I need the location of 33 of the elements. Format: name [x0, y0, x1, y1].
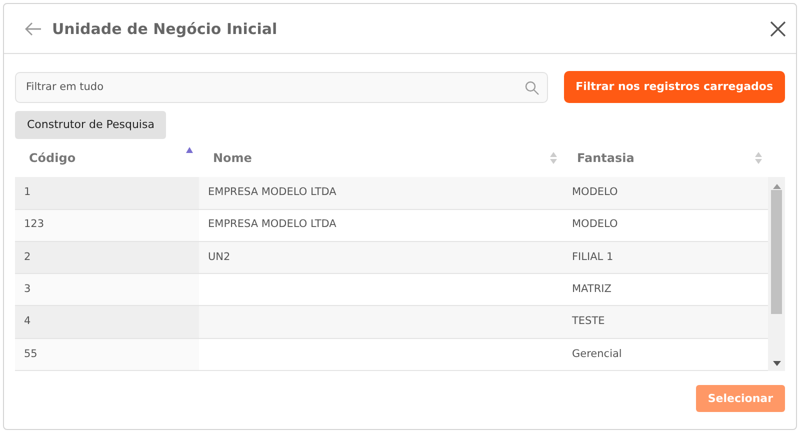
table-row[interactable]: 4 TESTE [15, 306, 768, 339]
table-cell-text: FILIAL 1 [571, 250, 614, 265]
table-cell: 123 [15, 210, 199, 241]
table-row[interactable]: 1 EMPRESA MODELO LTDA MODELO [15, 177, 768, 210]
table-cell-text: EMPRESA MODELO LTDA [207, 217, 338, 232]
dialog-title: Unidade de Negócio Inicial [52, 20, 278, 38]
column-header[interactable]: Fantasia [563, 139, 768, 178]
table-row[interactable]: 55 Gerencial [15, 338, 768, 372]
search-field[interactable]: Filtrar em tudo [15, 72, 548, 102]
close-button[interactable] [770, 20, 786, 36]
table-cell: 2 [15, 242, 199, 274]
table-cell: 55 [15, 338, 199, 370]
table-cell-text: TESTE [571, 314, 606, 330]
table-row[interactable]: 123 EMPRESA MODELO LTDA MODELO [15, 210, 768, 242]
table-cell: 3 [15, 274, 199, 306]
table-cell-text: MATRIZ [571, 282, 612, 297]
search-icon [524, 80, 539, 94]
scrollbar[interactable] [768, 177, 785, 372]
scrollbar-thumb[interactable] [771, 190, 782, 314]
table-row[interactable]: 3 MATRIZ [15, 274, 768, 306]
table-cell-text: Gerencial [571, 346, 623, 362]
scroll-down-icon[interactable] [772, 361, 780, 368]
table-cell: 1 [15, 177, 199, 209]
query-builder-button[interactable]: Construtor de Pesquisa [15, 111, 166, 140]
table-cell-text: MODELO [571, 185, 619, 200]
table-row[interactable]: 2 UN2 FILIAL 1 [15, 242, 768, 274]
column-header[interactable]: Nome [199, 139, 563, 178]
column-header[interactable]: Código [15, 139, 199, 178]
table-cell-text: MODELO [571, 217, 619, 232]
table-cell-text: EMPRESA MODELO LTDA [207, 185, 338, 200]
back-button[interactable] [24, 22, 42, 36]
table-cell-text: UN2 [207, 250, 232, 265]
table-cell: 4 [15, 306, 199, 338]
